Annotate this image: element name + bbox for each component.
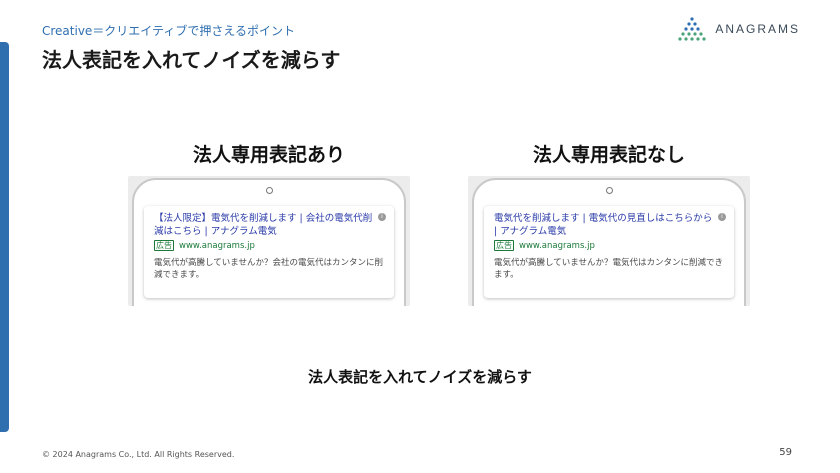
slide-title: 法人表記を入れてノイズを減らす [42,48,341,72]
search-ad-card[interactable]: 【法人限定】電気代を削減します | 会社の電気代削減はこちら | アナグラム電気… [144,206,394,298]
ad-badge: 広告 [154,240,174,251]
phone-mockup: 【法人限定】電気代を削減します | 会社の電気代削減はこちら | アナグラム電気… [128,176,410,306]
camera-icon [266,187,273,194]
logo-wordmark: ANAGRAMS [715,22,800,36]
ad-display-url[interactable]: www.anagrams.jp [179,241,255,251]
ad-badge: 広告 [494,240,514,251]
page-number: 59 [779,447,792,458]
panel-heading: 法人専用表記なし [532,144,685,166]
ad-display-url[interactable]: www.anagrams.jp [519,241,595,251]
info-icon[interactable]: i [718,213,726,221]
camera-icon [606,187,613,194]
ad-description: 電気代が高騰していませんか？電気代はカンタンに削減できます。 [494,258,723,280]
ad-headline-link[interactable]: 【法人限定】電気代を削減します | 会社の電気代削減はこちら | アナグラム電気 [154,212,384,238]
footer-copyright: © 2024 Anagrams Co., Ltd. All Rights Res… [42,450,235,459]
section-eyebrow: Creative＝クリエイティブで押さえるポイント [42,24,295,38]
phone-mockup: 電気代を削減します | 電気代の見直しはこちらから | アナグラム電気 i 広告… [468,176,750,306]
ad-meta-row: 広告 www.anagrams.jp [494,240,724,251]
panel-heading: 法人専用表記あり [192,144,345,166]
search-ad-card[interactable]: 電気代を削減します | 電気代の見直しはこちらから | アナグラム電気 i 広告… [484,206,734,298]
logo-triangle-icon [678,17,706,41]
info-icon[interactable]: i [378,213,386,221]
ad-description: 電気代が高騰していませんか？会社の電気代はカンタンに削減できます。 [154,258,383,280]
panel-with-corporate-label: 法人専用表記あり 【法人限定】電気代を削減します | 会社の電気代削減はこちら … [128,140,410,306]
ad-headline-link[interactable]: 電気代を削減します | 電気代の見直しはこちらから | アナグラム電気 [494,212,724,238]
ad-meta-row: 広告 www.anagrams.jp [154,240,384,251]
anagrams-logo: ANAGRAMS [677,16,800,42]
slide-caption: 法人表記を入れてノイズを減らす [308,368,532,386]
panel-without-corporate-label: 法人専用表記なし 電気代を削減します | 電気代の見直しはこちらから | アナグ… [468,140,750,306]
